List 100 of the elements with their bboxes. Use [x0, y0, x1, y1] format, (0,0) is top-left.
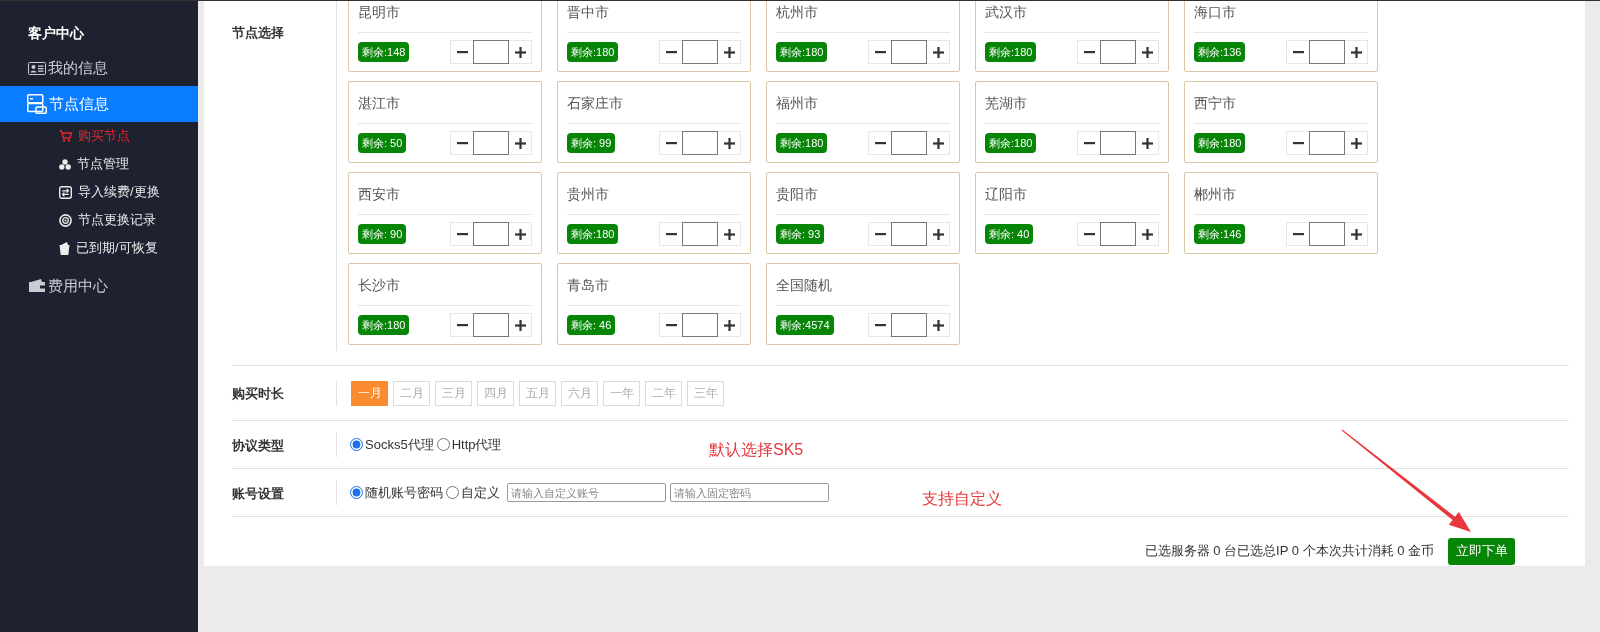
quantity-input[interactable] [473, 222, 509, 246]
radio-label[interactable]: 自定义 [461, 482, 500, 503]
minus-icon [456, 323, 468, 327]
quantity-input[interactable] [682, 131, 718, 155]
quantity-stepper[interactable] [450, 222, 532, 246]
remaining-badge: 剩余:146 [1194, 224, 1246, 244]
quantity-stepper[interactable] [1286, 131, 1368, 155]
quantity-stepper[interactable] [659, 313, 741, 337]
radio-button[interactable] [436, 438, 450, 451]
exchange-icon [59, 185, 72, 199]
quantity-stepper[interactable] [1077, 222, 1159, 246]
duration-option[interactable]: 六月 [561, 380, 598, 406]
quantity-input[interactable] [1309, 40, 1345, 64]
quantity-input[interactable] [473, 131, 509, 155]
duration-option[interactable]: 二月 [393, 380, 430, 406]
remaining-badge: 剩余: 50 [358, 133, 407, 153]
field-label: 购买时长 [232, 386, 284, 401]
sidebar-subitem[interactable]: 已到期/可恢复 [0, 234, 198, 262]
minus-icon [456, 50, 468, 54]
quantity-stepper[interactable] [868, 131, 950, 155]
quantity-input[interactable] [891, 313, 927, 337]
quantity-stepper[interactable] [1286, 40, 1368, 64]
minus-icon [874, 232, 886, 236]
quantity-stepper[interactable] [659, 131, 741, 155]
quantity-stepper[interactable] [450, 313, 532, 337]
quantity-stepper[interactable] [1077, 131, 1159, 155]
quantity-input[interactable] [891, 131, 927, 155]
quantity-input[interactable] [473, 40, 509, 64]
duration-option[interactable]: 三月 [435, 380, 472, 406]
city-name: 郴州市 [1194, 184, 1236, 203]
remaining-badge: 剩余:148 [358, 42, 410, 62]
radio-button[interactable] [350, 486, 363, 499]
field-label: 节点选择 [232, 25, 284, 40]
text-input[interactable]: 请输入自定义账号 [507, 483, 666, 502]
duration-option[interactable]: 三年 [687, 380, 724, 406]
city-name: 贵阳市 [776, 184, 818, 203]
plus-icon [723, 137, 735, 149]
order-summary: 已选服务器 0 台已选总IP 0 个本次共计消耗 0 金币 [1144, 542, 1434, 561]
plus-icon [514, 46, 526, 58]
quantity-input[interactable] [1309, 131, 1345, 155]
cup-icon [59, 241, 70, 255]
quantity-stepper[interactable] [1077, 40, 1159, 64]
order-button[interactable]: 立即下单 [1448, 537, 1515, 565]
remaining-badge: 剩余: 90 [358, 224, 407, 244]
quantity-input[interactable] [682, 313, 718, 337]
quantity-input[interactable] [682, 40, 718, 64]
remaining-badge: 剩余: 93 [776, 224, 825, 244]
quantity-input[interactable] [891, 40, 927, 64]
city-name: 贵州市 [567, 184, 609, 203]
quantity-stepper[interactable] [868, 313, 950, 337]
quantity-input[interactable] [1100, 40, 1136, 64]
sidebar-title: 客户中心 [28, 24, 84, 43]
text-input[interactable]: 请输入固定密码 [670, 483, 829, 502]
cart-icon [59, 130, 72, 142]
duration-option[interactable]: 五月 [519, 380, 556, 406]
duration-option[interactable]: 四月 [477, 380, 514, 406]
annotation-text: 默认选择SK5 [709, 439, 804, 460]
sidebar-subitem[interactable]: 节点更换记录 [0, 206, 198, 234]
sidebar-subitem[interactable]: 节点管理 [0, 150, 198, 178]
duration-option[interactable]: 二年 [645, 380, 682, 406]
sidebar-subitem[interactable]: 导入续费/更换 [0, 178, 198, 206]
quantity-stepper[interactable] [868, 40, 950, 64]
quantity-input[interactable] [682, 222, 718, 246]
wallet-icon [28, 279, 46, 293]
quantity-stepper[interactable] [450, 40, 532, 64]
quantity-input[interactable] [1100, 222, 1136, 246]
quantity-input[interactable] [891, 222, 927, 246]
radio-button[interactable] [446, 486, 459, 499]
remaining-badge: 剩余: 40 [985, 224, 1034, 244]
plus-icon [723, 228, 735, 240]
minus-icon [1292, 232, 1304, 236]
radio-label[interactable]: Socks5代理 [365, 434, 434, 455]
minus-icon [665, 50, 677, 54]
plus-icon [1141, 137, 1153, 149]
city-name: 青岛市 [567, 275, 609, 294]
sidebar-item[interactable]: 费用中心 [0, 268, 198, 304]
quantity-input[interactable] [473, 313, 509, 337]
city-name: 武汉市 [985, 2, 1027, 21]
radio-button[interactable] [350, 438, 363, 451]
quantity-input[interactable] [1309, 222, 1345, 246]
remaining-badge: 剩余:4574 [776, 315, 834, 335]
quantity-stepper[interactable] [1286, 222, 1368, 246]
quantity-stepper[interactable] [659, 40, 741, 64]
quantity-input[interactable] [1100, 131, 1136, 155]
sidebar-subitem[interactable]: 购买节点 [0, 122, 198, 150]
sidebar-item[interactable]: 节点信息 [0, 86, 198, 122]
radio-label[interactable]: 随机账号密码 [365, 482, 443, 503]
minus-icon [1292, 50, 1304, 54]
server-icon [27, 94, 47, 114]
city-name: 昆明市 [358, 2, 400, 21]
quantity-stepper[interactable] [659, 222, 741, 246]
duration-option[interactable]: 一年 [603, 380, 640, 406]
city-name: 福州市 [776, 93, 818, 112]
minus-icon [874, 141, 886, 145]
remaining-badge: 剩余:180 [776, 133, 828, 153]
radio-label[interactable]: Http代理 [451, 434, 502, 455]
minus-icon [456, 141, 468, 145]
quantity-stepper[interactable] [450, 131, 532, 155]
sidebar-item[interactable]: 我的信息 [0, 50, 198, 86]
quantity-stepper[interactable] [868, 222, 950, 246]
